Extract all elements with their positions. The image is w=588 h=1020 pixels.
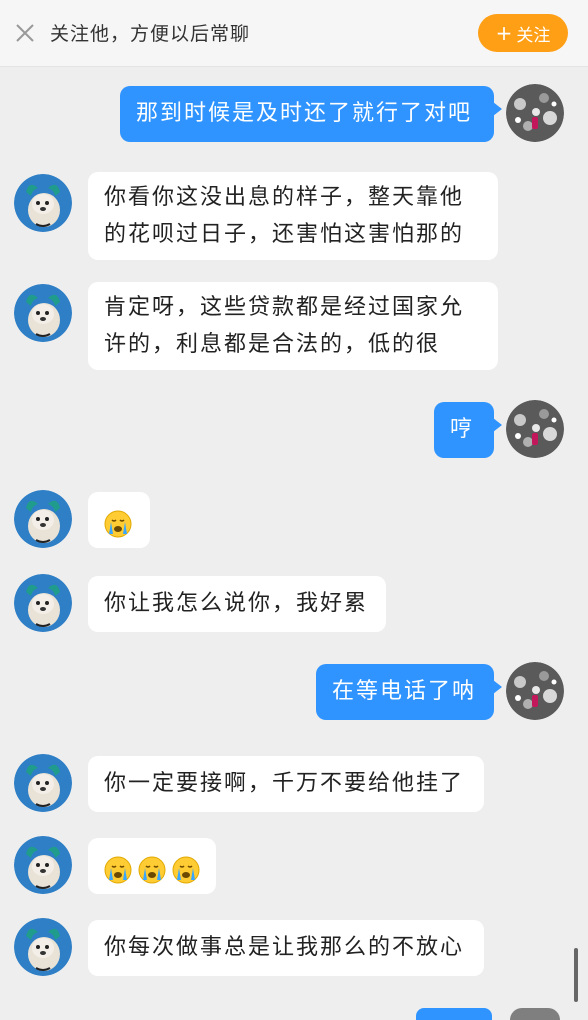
contact-avatar[interactable] <box>14 284 72 342</box>
message-text: 你每次做事总是让我那么的不放心 <box>104 935 465 960</box>
contact-avatar[interactable] <box>14 836 72 894</box>
message-text: 那到时候是及时还了就行了对吧 <box>136 101 473 126</box>
message-text: 在等电话了呐 <box>332 679 477 704</box>
my-avatar[interactable] <box>506 662 564 720</box>
follow-button-label: 关注 <box>516 25 551 46</box>
contact-avatar[interactable] <box>14 754 72 812</box>
message-bubble[interactable] <box>88 492 150 548</box>
message-text-line: 许的，利息都是合法的，低的很 <box>104 332 441 357</box>
message-bubble[interactable]: 肯定呀，这些贷款都是经过国家允 许的，利息都是合法的，低的很 <box>88 282 498 370</box>
contact-avatar[interactable] <box>14 174 72 232</box>
message-bubble[interactable]: 你看你这没出息的样子，整天靠他 的花呗过日子，还害怕这害怕那的 <box>88 172 498 260</box>
crying-face-icon <box>104 510 132 538</box>
message-text-line: 你看你这没出息的样子，整天靠他 <box>104 185 465 210</box>
follow-prompt: 关注他，方便以后常聊 <box>50 23 251 45</box>
message-text: 你让我怎么说你，我好累 <box>104 591 369 616</box>
my-avatar[interactable] <box>506 400 564 458</box>
close-icon[interactable] <box>14 18 36 46</box>
partial-avatar <box>510 1008 560 1020</box>
contact-avatar[interactable] <box>14 574 72 632</box>
contact-avatar[interactable] <box>14 490 72 548</box>
scrollbar[interactable] <box>574 948 578 1002</box>
message-text-line: 肯定呀，这些贷款都是经过国家允 <box>104 295 465 320</box>
message-bubble[interactable]: 你一定要接啊，千万不要给他挂了 <box>88 756 484 812</box>
message-bubble[interactable] <box>88 838 216 894</box>
follow-button[interactable]: + 关注 <box>478 14 568 52</box>
my-avatar[interactable] <box>506 84 564 142</box>
crying-face-icon <box>104 856 132 884</box>
crying-face-icon <box>172 856 200 884</box>
message-bubble[interactable]: 哼 <box>434 402 502 458</box>
message-bubble[interactable]: 在等电话了呐 <box>316 664 502 720</box>
message-text-line: 的花呗过日子，还害怕这害怕那的 <box>104 222 465 247</box>
follow-banner: 关注他，方便以后常聊 + 关注 <box>0 0 588 67</box>
message-text: 你一定要接啊，千万不要给他挂了 <box>104 771 465 796</box>
plus-icon: + <box>495 21 513 45</box>
message-text: 哼 <box>450 417 475 442</box>
message-bubble[interactable]: 你每次做事总是让我那么的不放心 <box>88 920 484 976</box>
partial-message-bubble <box>416 1008 492 1020</box>
crying-face-icon <box>138 856 166 884</box>
message-bubble[interactable]: 你让我怎么说你，我好累 <box>88 576 386 632</box>
contact-avatar[interactable] <box>14 918 72 976</box>
message-bubble[interactable]: 那到时候是及时还了就行了对吧 <box>120 86 502 142</box>
